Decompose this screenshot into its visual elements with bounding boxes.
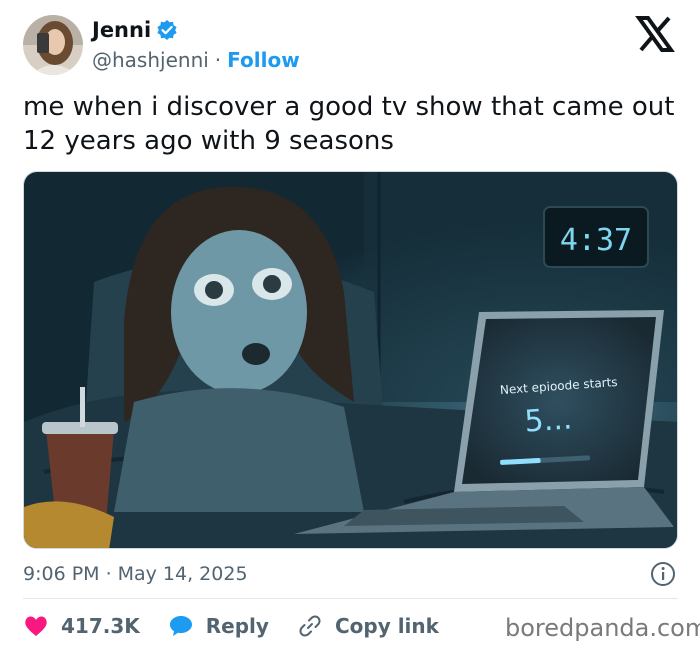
tweet-text: me when i discover a good tv show that c…: [23, 92, 675, 156]
link-icon: [299, 615, 321, 637]
timestamp-separator: ·: [105, 563, 112, 585]
copy-link-label: Copy link: [334, 614, 439, 638]
watermark: boredpanda.com: [505, 614, 700, 642]
reply-bubble-icon: [169, 616, 192, 636]
reply-label: Reply: [205, 614, 269, 638]
like-count: 417.3K: [61, 614, 140, 638]
heart-icon: [25, 616, 47, 636]
avatar[interactable]: [23, 15, 83, 75]
author-handle-row: @hashjenni · Follow: [92, 48, 300, 72]
media-illustration: 4:37 Next epioode starts 5...: [24, 172, 677, 548]
author-handle[interactable]: @hashjenni: [92, 48, 209, 72]
reply-button[interactable]: Reply: [168, 613, 269, 639]
clock-time: 4:37: [560, 223, 632, 258]
info-icon[interactable]: [650, 561, 676, 587]
x-logo-icon[interactable]: [635, 16, 675, 52]
tweet-date: May 14, 2025: [117, 563, 248, 585]
verified-badge-icon: [156, 19, 178, 41]
action-bar: 417.3K Reply Copy link: [23, 611, 467, 641]
tweet-media-image[interactable]: 4:37 Next epioode starts 5...: [23, 171, 678, 549]
author-name-row[interactable]: Jenni: [92, 18, 178, 42]
like-button[interactable]: 417.3K: [23, 613, 140, 639]
tweet-timestamp[interactable]: 9:06 PM · May 14, 2025: [23, 563, 248, 585]
author-name[interactable]: Jenni: [92, 18, 151, 42]
avatar-image: [23, 15, 83, 75]
countdown-number: 5...: [523, 401, 573, 439]
follow-button[interactable]: Follow: [227, 48, 300, 72]
divider: [23, 598, 678, 599]
tweet-time: 9:06 PM: [23, 563, 100, 585]
copy-link-button[interactable]: Copy link: [297, 613, 439, 639]
handle-separator: ·: [214, 48, 222, 72]
